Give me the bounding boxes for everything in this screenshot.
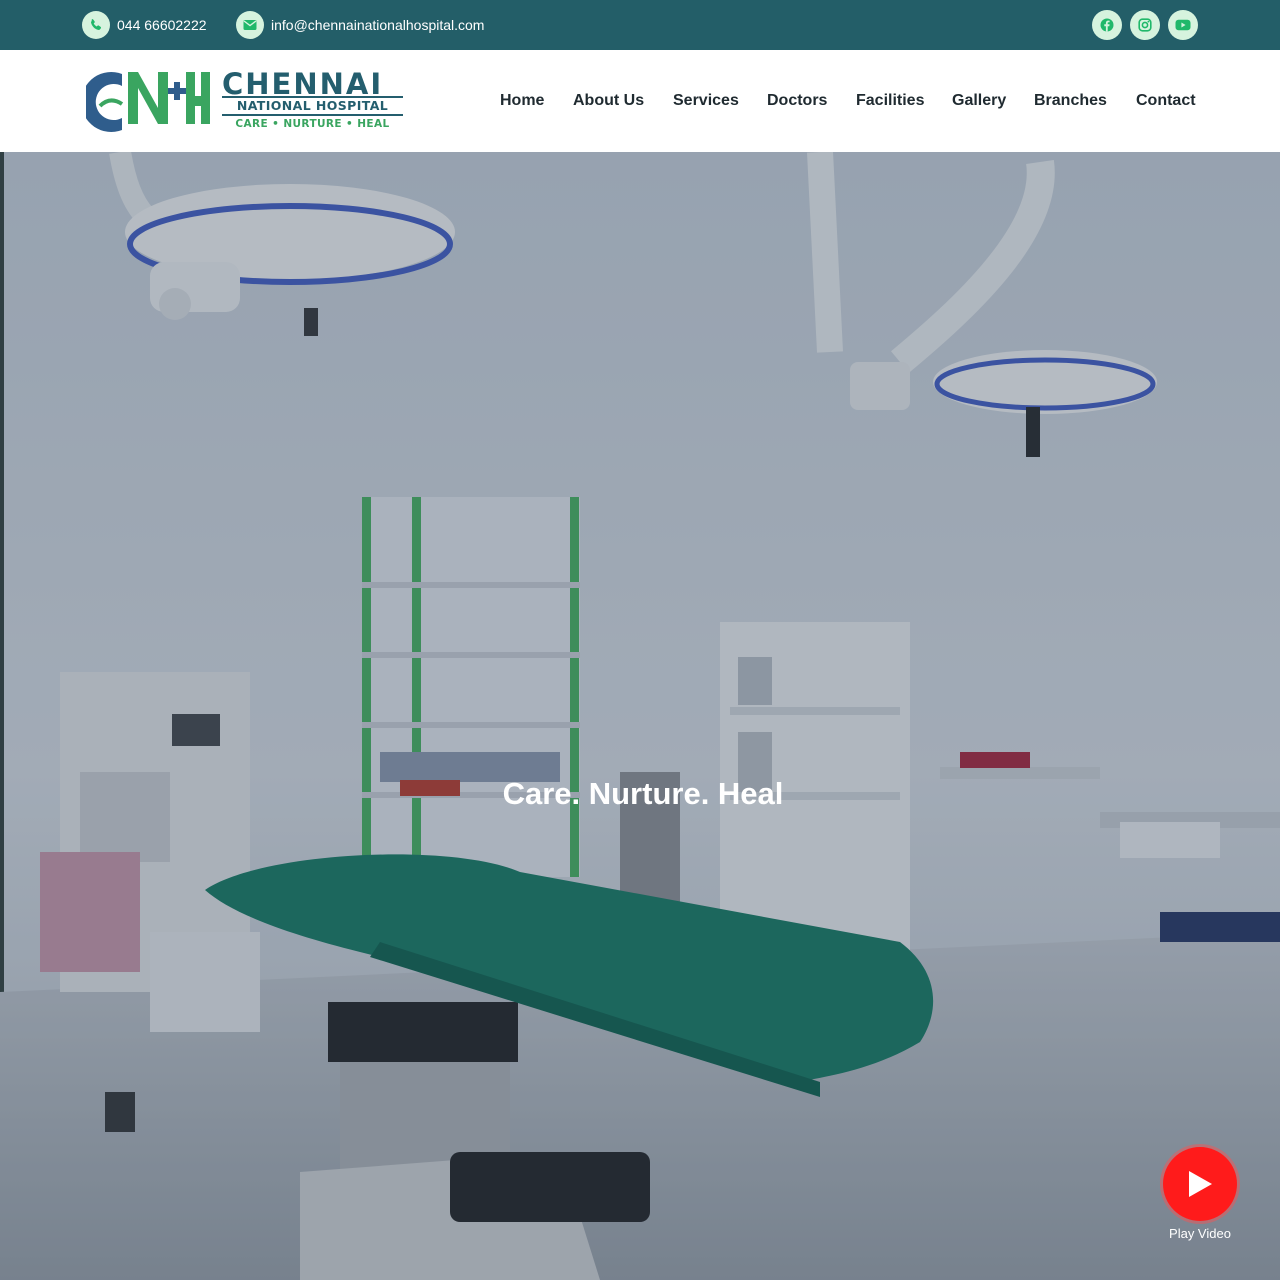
hospital-logo[interactable]: CHENNAI NATIONAL HOSPITAL CARE • NURTURE… <box>86 68 406 136</box>
play-video-label[interactable]: Play Video <box>1150 1225 1250 1243</box>
play-icon <box>1189 1171 1212 1197</box>
phone-contact[interactable]: 044 66602222 <box>82 11 207 39</box>
email-address: info@chennainationalhospital.com <box>271 17 485 33</box>
envelope-icon <box>236 11 264 39</box>
hero-banner: Care. Nurture. Heal Play Video <box>0 152 1280 1280</box>
nav-facilities[interactable]: Facilities <box>856 90 924 112</box>
nav-home[interactable]: Home <box>500 90 544 112</box>
site-header: CHENNAI NATIONAL HOSPITAL CARE • NURTURE… <box>0 50 1280 152</box>
nav-doctors[interactable]: Doctors <box>767 90 827 112</box>
logo-tagline: CARE • NURTURE • HEAL <box>235 118 390 130</box>
play-video-button[interactable] <box>1163 1147 1237 1221</box>
hero-dark-overlay <box>0 152 1280 1280</box>
cnh-logo-mark <box>86 72 210 132</box>
nav-about-us[interactable]: About Us <box>573 90 644 112</box>
nav-contact[interactable]: Contact <box>1136 90 1196 112</box>
facebook-icon[interactable] <box>1092 10 1122 40</box>
instagram-icon[interactable] <box>1130 10 1160 40</box>
nav-services[interactable]: Services <box>673 90 739 112</box>
hero-heading: Care. Nurture. Heal <box>502 776 784 811</box>
nav-branches[interactable]: Branches <box>1034 90 1107 112</box>
top-bar: 044 66602222 info@chennainationalhospita… <box>0 0 1280 50</box>
logo-subtitle: NATIONAL HOSPITAL <box>222 96 403 116</box>
phone-icon <box>82 11 110 39</box>
nav-gallery[interactable]: Gallery <box>952 90 1006 112</box>
youtube-icon[interactable] <box>1168 10 1198 40</box>
email-contact[interactable]: info@chennainationalhospital.com <box>236 11 484 39</box>
phone-number: 044 66602222 <box>117 17 207 33</box>
